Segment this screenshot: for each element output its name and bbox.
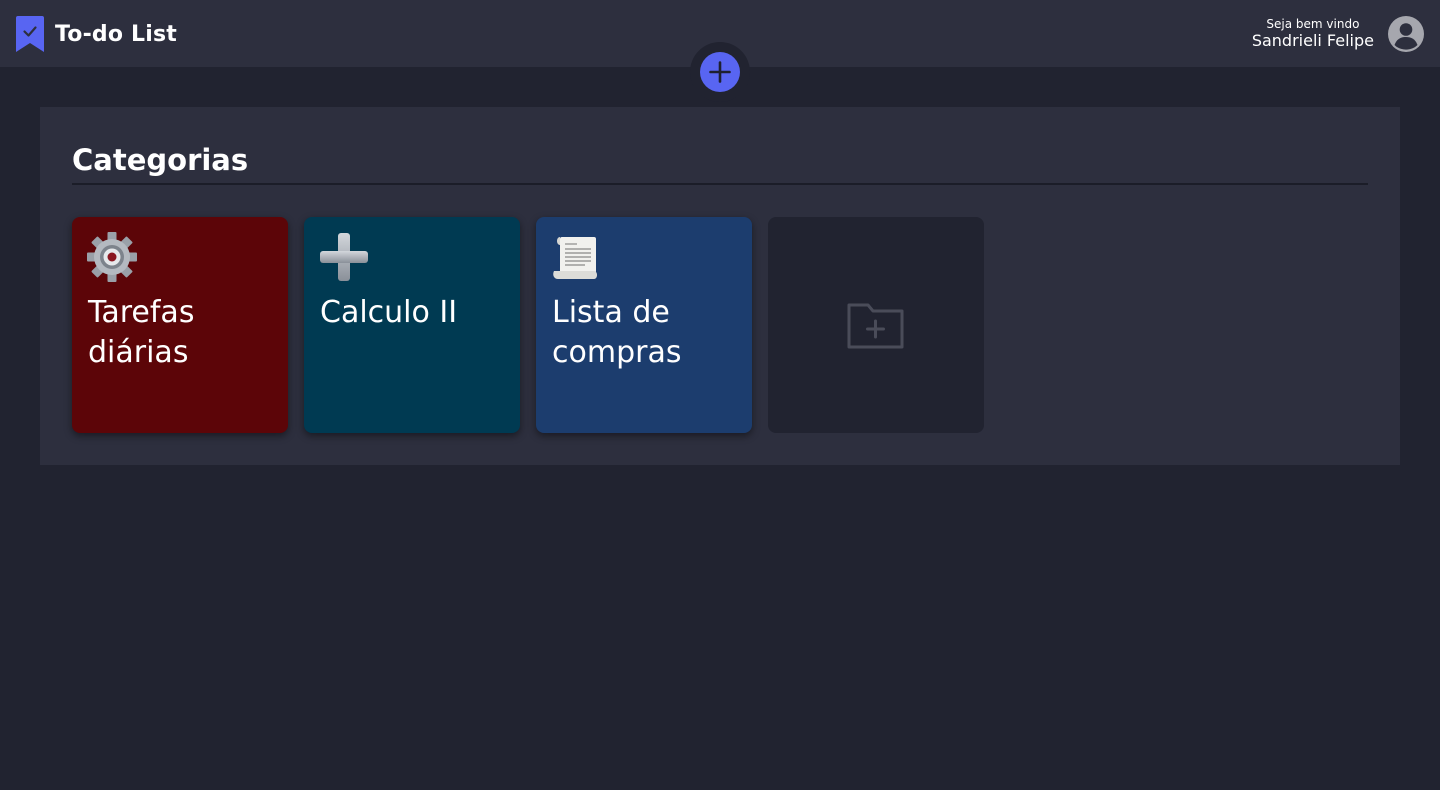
app-title: To-do List xyxy=(55,21,178,47)
categories-panel: Categorias Tarefas diárias Calculo II Li… xyxy=(40,107,1400,465)
category-label: Lista de compras xyxy=(552,295,682,370)
add-category-card[interactable] xyxy=(768,217,984,433)
user-greeting: Seja bem vindo xyxy=(1266,17,1360,31)
plus-icon xyxy=(709,61,731,83)
bookmark-check-icon xyxy=(16,16,44,52)
user-avatar-icon[interactable] xyxy=(1388,16,1424,52)
category-card-calculo-ii[interactable]: Calculo II xyxy=(304,217,520,433)
user-info: Seja bem vindo Sandrieli Felipe xyxy=(1252,17,1374,51)
brand[interactable]: To-do List xyxy=(16,16,177,52)
category-card-tarefas-diarias[interactable]: Tarefas diárias xyxy=(72,217,288,433)
divider xyxy=(72,183,1368,185)
user-name: Sandrieli Felipe xyxy=(1251,31,1374,50)
user-area: Seja bem vindo Sandrieli Felipe xyxy=(1252,16,1424,52)
categories-title: Categorias xyxy=(72,143,249,177)
category-label: Calculo II xyxy=(320,295,458,330)
gear-icon xyxy=(87,232,137,282)
category-list: Tarefas diárias Calculo II Lista de comp… xyxy=(72,217,984,433)
category-card-lista-de-compras[interactable]: Lista de compras xyxy=(536,217,752,433)
plus-icon xyxy=(320,233,368,281)
category-label: Tarefas diárias xyxy=(88,295,195,370)
add-task-button[interactable] xyxy=(700,52,740,92)
folder-plus-icon xyxy=(847,303,904,349)
scroll-icon xyxy=(553,237,597,279)
